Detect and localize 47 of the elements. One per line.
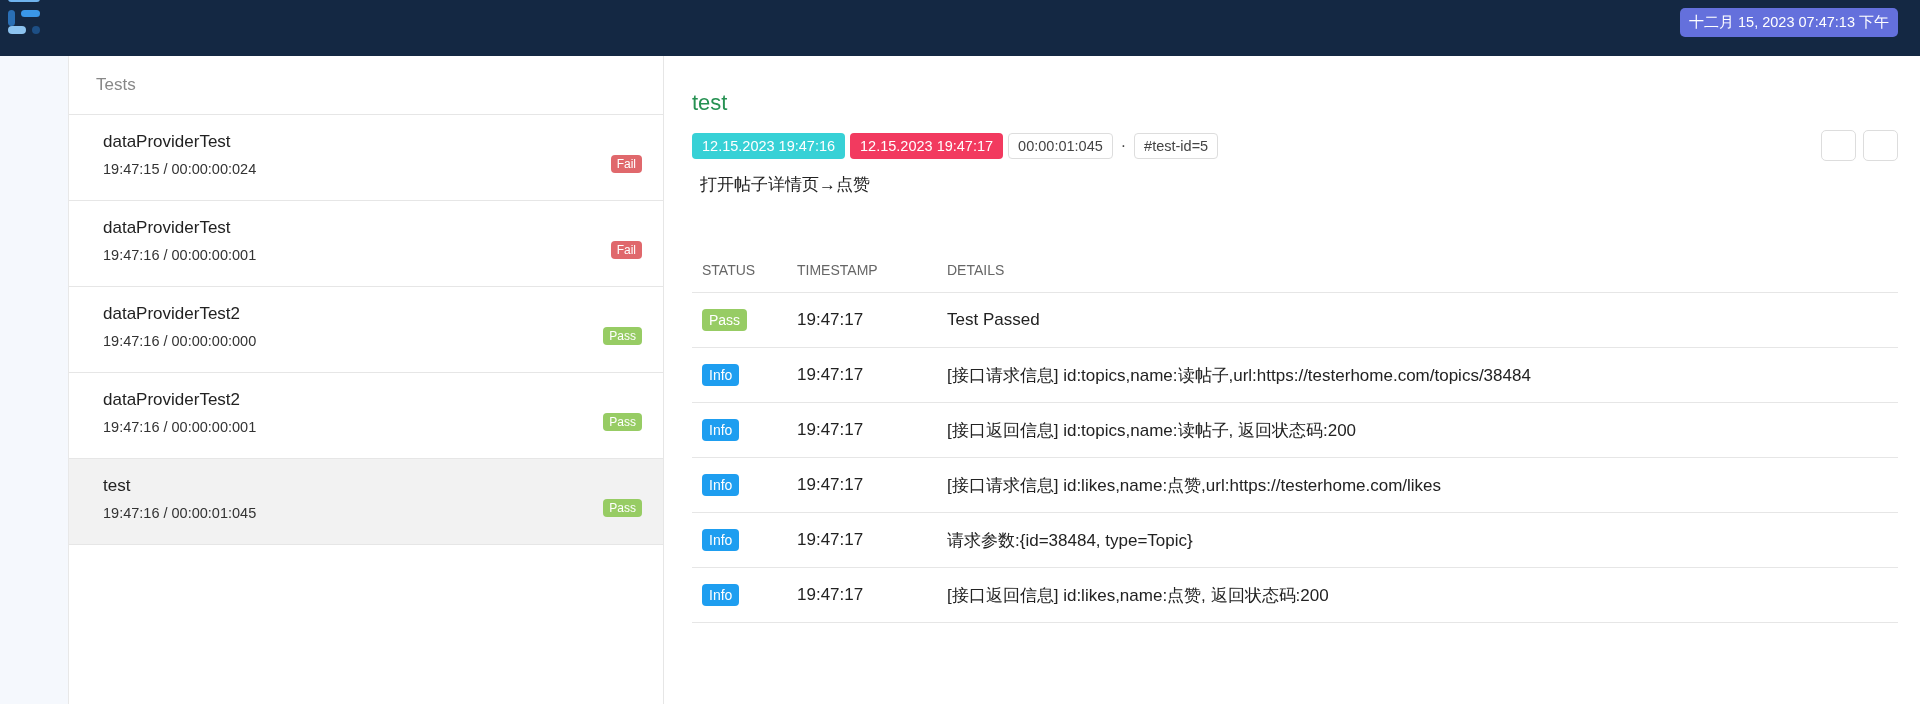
status-badge: Info bbox=[702, 529, 740, 551]
test-title: test bbox=[692, 90, 729, 116]
test-name: dataProviderTest2 bbox=[103, 390, 242, 410]
test-name: test bbox=[103, 476, 132, 496]
timestamp-cell: 19:47:17 bbox=[797, 475, 864, 494]
timestamp-cell: 19:47:17 bbox=[797, 420, 864, 439]
column-header: DETAILS bbox=[937, 248, 1898, 293]
column-header: TIMESTAMP bbox=[787, 248, 937, 293]
test-name: dataProviderTest2 bbox=[103, 304, 242, 324]
datetime-badge: 十二月 15, 2023 07:47:13 下午 bbox=[1680, 7, 1898, 37]
duration-badge: 00:00:01:045 bbox=[1008, 132, 1113, 159]
status-badge: Pass bbox=[603, 326, 642, 345]
details-cell: 请求参数:{id=38484, type=Topic} bbox=[947, 530, 1193, 550]
details-cell: [接口请求信息] id:likes,name:点赞,url:https://testerhome.com/likes bbox=[947, 475, 1442, 495]
status-badge: Info bbox=[702, 474, 740, 496]
timestamp-cell: 19:47:17 bbox=[797, 585, 864, 604]
toolbar-button[interactable] bbox=[1863, 130, 1898, 161]
test-time: 19:47:15 / 00:00:00:024 bbox=[103, 161, 257, 177]
status-badge: Info bbox=[702, 584, 740, 606]
test-id-badge: #test-id=5 bbox=[1134, 132, 1219, 159]
test-name: dataProviderTest bbox=[103, 218, 232, 238]
test-list-item[interactable]: test 19:47:16 / 00:00:01:045 Pass bbox=[69, 459, 663, 545]
test-time: 19:47:16 / 00:00:00:000 bbox=[103, 333, 257, 349]
test-time: 19:47:16 / 00:00:00:001 bbox=[103, 419, 257, 435]
test-description: 打开帖子详情页→点赞 bbox=[699, 174, 871, 196]
status-badge: Fail bbox=[610, 154, 642, 173]
test-time: 19:47:16 / 00:00:00:001 bbox=[103, 247, 257, 263]
timestamp-cell: 19:47:17 bbox=[797, 530, 864, 549]
timestamp-cell: 19:47:17 bbox=[797, 365, 864, 384]
details-cell: [接口返回信息] id:likes,name:点赞, 返回状态码:200 bbox=[947, 585, 1329, 605]
details-cell: [接口请求信息] id:topics,name:读帖子,url:https://testerhome.com/topics/38484 bbox=[947, 365, 1531, 385]
toolbar-button[interactable] bbox=[1821, 130, 1856, 161]
test-time: 19:47:16 / 00:00:01:045 bbox=[103, 505, 257, 521]
separator-dot: · bbox=[1120, 136, 1127, 155]
status-badge: Info bbox=[702, 364, 740, 386]
status-badge: Pass bbox=[603, 498, 642, 517]
status-badge: Fail bbox=[610, 240, 642, 259]
end-time-badge: 12.15.2023 19:47:17 bbox=[850, 132, 1004, 159]
details-cell: Test Passed bbox=[947, 310, 1040, 329]
timestamp-cell: 19:47:17 bbox=[797, 310, 864, 329]
status-badge: Pass bbox=[702, 309, 748, 331]
column-header: STATUS bbox=[692, 248, 787, 293]
details-cell: [接口返回信息] id:topics,name:读帖子, 返回状态码:200 bbox=[947, 420, 1357, 440]
status-badge: Info bbox=[702, 419, 740, 441]
start-time-badge: 12.15.2023 19:47:16 bbox=[692, 132, 846, 159]
test-name: dataProviderTest bbox=[103, 132, 232, 152]
status-badge: Pass bbox=[603, 412, 642, 431]
